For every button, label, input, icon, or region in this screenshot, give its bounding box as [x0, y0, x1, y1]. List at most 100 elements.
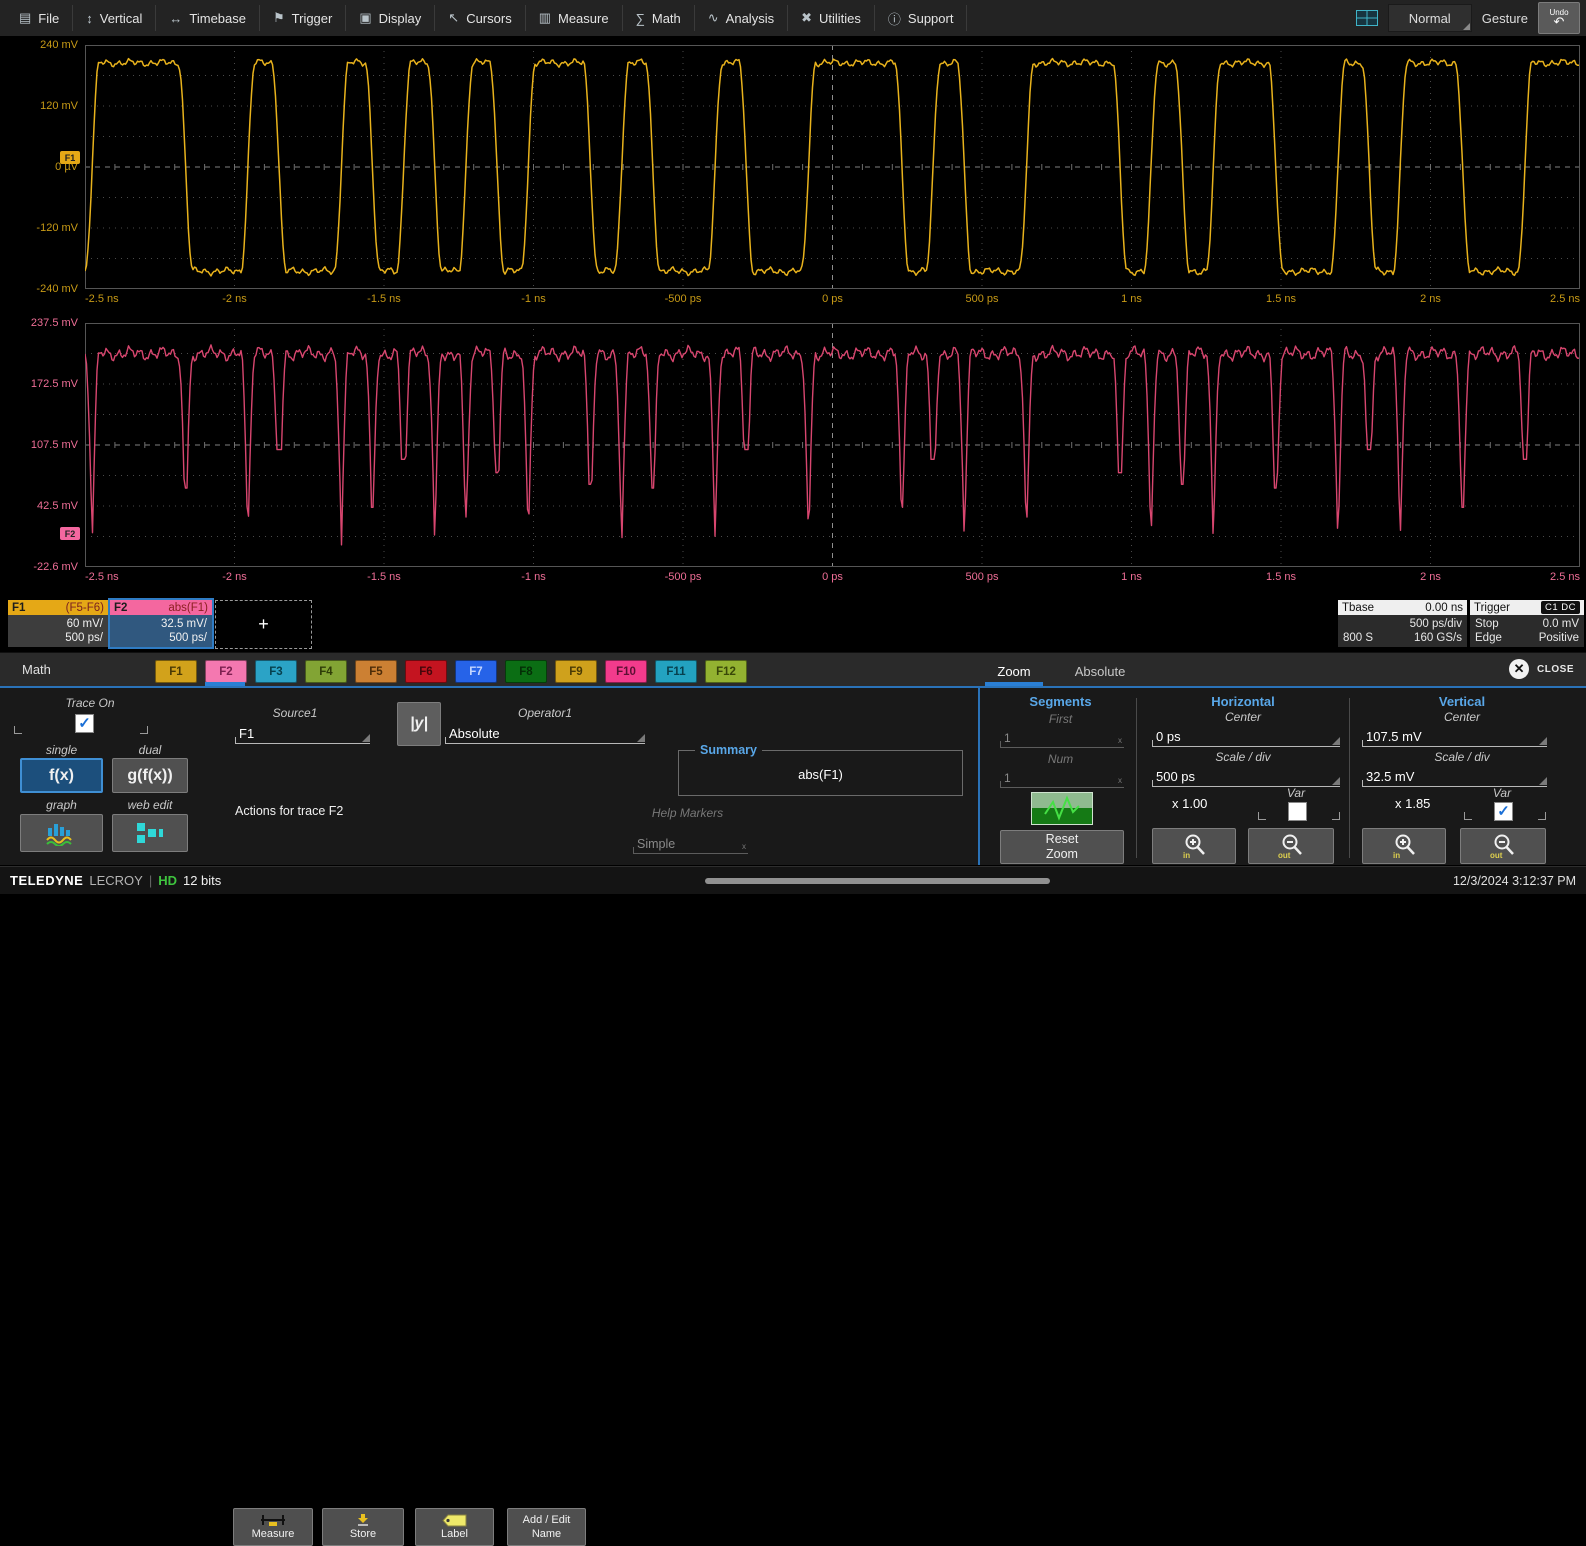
zoom-out-icon: out	[1488, 832, 1518, 860]
menu-item-trigger[interactable]: ⚑Trigger	[260, 5, 346, 31]
store-button[interactable]: Store	[322, 1508, 404, 1546]
undo-button[interactable]: Undo ↶	[1538, 2, 1580, 34]
function-button-f10[interactable]: F10	[605, 660, 647, 683]
measure-button[interactable]: Measure	[233, 1508, 313, 1546]
source1-dropdown[interactable]: F1	[235, 720, 370, 744]
menu-item-label: Analysis	[726, 11, 774, 26]
f1-axis-badge[interactable]: F1	[60, 151, 80, 164]
single-fx-button[interactable]: f(x)	[20, 758, 103, 793]
f2-xtick: -2.5 ns	[85, 571, 119, 584]
menu-item-measure[interactable]: ▥Measure	[526, 5, 623, 31]
menu-item-math[interactable]: ∑Math	[623, 5, 695, 31]
brand-teledyne: TELEDYNE	[10, 873, 83, 888]
display-mode-label: Normal	[1409, 11, 1451, 26]
menu-item-support[interactable]: ⓘSupport	[875, 5, 968, 31]
horizontal-zoom-out-button[interactable]: out	[1248, 828, 1334, 864]
grid-layout-icon[interactable]	[1356, 10, 1378, 26]
function-button-f2[interactable]: F2	[205, 660, 247, 683]
menu-item-timebase[interactable]: ↔Timebase	[156, 5, 260, 31]
waveform-grid-f2[interactable]	[85, 323, 1580, 567]
taskbar-handle[interactable]	[705, 878, 1050, 884]
menu-item-vertical[interactable]: ↕Vertical	[73, 5, 156, 31]
function-button-f12[interactable]: F12	[705, 660, 747, 683]
label-button[interactable]: Label	[415, 1508, 494, 1546]
function-button-f4[interactable]: F4	[305, 660, 347, 683]
function-button-f11[interactable]: F11	[655, 660, 697, 683]
vertical-center-input[interactable]: 107.5 mV	[1362, 724, 1547, 747]
function-button-f6[interactable]: F6	[405, 660, 447, 683]
function-button-f8[interactable]: F8	[505, 660, 547, 683]
menu-bar: ▤File↕Vertical↔Timebase⚑Trigger▣Display↖…	[0, 0, 1586, 37]
f1-xtick: 500 ps	[942, 293, 1022, 306]
vertical-zoom-in-button[interactable]: in	[1362, 828, 1446, 864]
display-mode-button[interactable]: Normal	[1388, 4, 1472, 32]
horizontal-zoom-in-button[interactable]: in	[1152, 828, 1236, 864]
cursors-icon: ↖	[448, 10, 459, 26]
f2-xtick: 1 ns	[1092, 571, 1172, 584]
menu-item-cursors[interactable]: ↖Cursors	[435, 5, 525, 31]
vertical-var-checkbox[interactable]: ✓	[1494, 802, 1513, 821]
f2-ytick: 172.5 mV	[4, 377, 78, 391]
segments-first-input[interactable]: 1x	[1000, 728, 1124, 748]
f2-descriptor[interactable]: F2 abs(F1) 32.5 mV/ 500 ps/	[110, 600, 212, 647]
f1-descriptor[interactable]: F1 (F5-F6) 60 mV/ 500 ps/	[8, 600, 108, 647]
segments-num-input[interactable]: 1x	[1000, 768, 1124, 788]
close-label: CLOSE	[1537, 664, 1574, 675]
reset-zoom-button[interactable]: Reset Zoom	[1000, 830, 1124, 864]
tab-zoom[interactable]: Zoom	[985, 660, 1043, 683]
graph-icon	[45, 820, 79, 846]
menu-item-utilities[interactable]: ✖Utilities	[788, 5, 875, 31]
trigger-level: 0.0 mV	[1543, 617, 1579, 631]
graph-button[interactable]	[20, 814, 103, 852]
trigger-type: Edge	[1475, 631, 1502, 645]
tbase-rate: 160 GS/s	[1414, 631, 1462, 645]
close-button[interactable]: ✕ CLOSE	[1509, 659, 1574, 679]
f1-xtick: -500 ps	[643, 293, 723, 306]
trigger-descriptor[interactable]: Trigger C1 DC Stop 0.0 mV Edge Positive	[1470, 600, 1584, 647]
menu-item-label: Utilities	[819, 11, 861, 26]
horizontal-var-checkbox[interactable]	[1288, 802, 1307, 821]
f1-ytick: 120 mV	[4, 99, 78, 113]
segments-display-button[interactable]	[1031, 792, 1093, 830]
math-function-bar: Math F1F2F3F4F5F6F7F8F9F10F11F12 ZoomAbs…	[0, 652, 1586, 687]
menu-item-file[interactable]: ▤File	[6, 5, 73, 31]
vertical-center-label: Center	[1352, 710, 1572, 724]
f2-ytick: 107.5 mV	[4, 438, 78, 452]
add-edit-label-2: Name	[532, 1528, 561, 1541]
bracket-left	[14, 726, 22, 734]
f2-xtick: 500 ps	[942, 571, 1022, 584]
trace-on-checkbox[interactable]: ✓	[75, 714, 94, 733]
function-button-f1[interactable]: F1	[155, 660, 197, 683]
dual-gfx-button[interactable]: g(f(x))	[112, 758, 188, 793]
horizontal-center-input[interactable]: 0 ps	[1152, 724, 1340, 747]
menu-item-display[interactable]: ▣Display	[346, 5, 435, 31]
tbase-label: Tbase	[1342, 602, 1374, 614]
function-button-f5[interactable]: F5	[355, 660, 397, 683]
add-trace-button[interactable]: +	[215, 600, 312, 649]
zoom-out-text: out	[1490, 851, 1503, 860]
f1-xtick: -2 ns	[195, 293, 275, 306]
webedit-button[interactable]	[112, 814, 188, 852]
help-markers-dropdown[interactable]: Simplex	[633, 832, 748, 854]
f1-xtick: -1 ns	[494, 293, 574, 306]
f2-axis-badge[interactable]: F2	[60, 527, 80, 540]
zoom-in-icon: in	[1179, 832, 1209, 860]
function-button-f9[interactable]: F9	[555, 660, 597, 683]
vertical-scale-input[interactable]: 32.5 mV	[1362, 764, 1547, 787]
add-edit-name-button[interactable]: Add / Edit Name	[507, 1508, 586, 1546]
hd-badge: HD	[158, 873, 177, 888]
operator1-dropdown[interactable]: Absolute	[445, 720, 645, 744]
display-icon: ▣	[359, 10, 371, 26]
timebase-descriptor[interactable]: Tbase 0.00 ns 500 ps/div 800 S 160 GS/s	[1338, 600, 1467, 647]
f2-xtick: 2.5 ns	[1500, 571, 1580, 584]
operator-icon-button[interactable]: |y|	[397, 702, 441, 746]
function-button-f3[interactable]: F3	[255, 660, 297, 683]
menu-item-analysis[interactable]: ∿Analysis	[695, 5, 788, 31]
function-button-f7[interactable]: F7	[455, 660, 497, 683]
tab-absolute[interactable]: Absolute	[1053, 660, 1147, 683]
waveform-grid-f1[interactable]	[85, 45, 1580, 289]
vertical-zoom-out-button[interactable]: out	[1460, 828, 1546, 864]
f1-descriptor-source: (F5-F6)	[66, 602, 104, 614]
horizontal-scale-input[interactable]: 500 ps	[1152, 764, 1340, 787]
add-edit-label-1: Add / Edit	[523, 1514, 571, 1527]
